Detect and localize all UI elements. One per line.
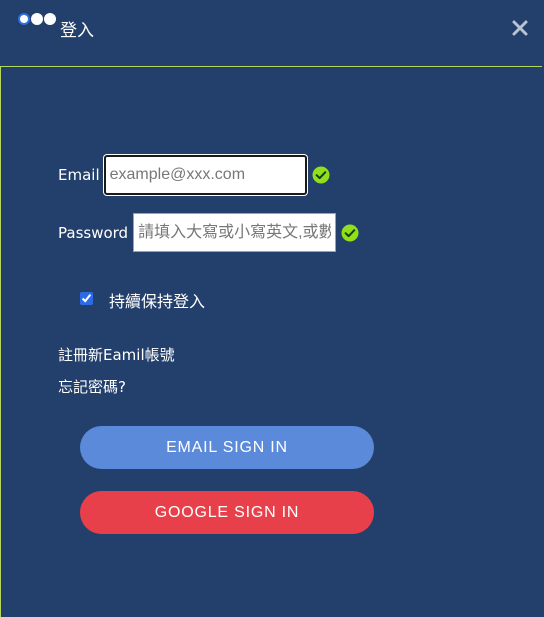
check-circle-icon — [312, 166, 330, 184]
check-circle-icon — [341, 224, 359, 242]
remember-me-checkbox[interactable] — [80, 292, 93, 305]
dot-icon[interactable] — [44, 13, 56, 25]
login-dialog: 登入 Email Password — [0, 0, 544, 617]
login-form: Email Password 持續保持登入 註冊新E — [0, 66, 542, 617]
password-field[interactable] — [133, 213, 337, 252]
forgot-password-link[interactable]: 忘記密碼? — [58, 376, 126, 397]
google-sign-in-button[interactable]: GOOGLE SIGN IN — [80, 491, 374, 534]
window-dots — [18, 13, 56, 25]
email-row: Email — [58, 155, 330, 195]
email-sign-in-button[interactable]: EMAIL SIGN IN — [80, 426, 374, 469]
dot-icon-active[interactable] — [18, 13, 30, 25]
dialog-title: 登入 — [60, 21, 94, 41]
close-icon[interactable] — [510, 18, 530, 38]
remember-me-label: 持續保持登入 — [109, 292, 206, 311]
register-link[interactable]: 註冊新Eamil帳號 — [58, 344, 175, 365]
password-row: Password — [58, 213, 359, 252]
email-field[interactable] — [103, 155, 307, 195]
password-label: Password — [58, 223, 129, 242]
dot-icon[interactable] — [31, 13, 43, 25]
email-label: Email — [58, 166, 100, 184]
title-bar: 登入 — [0, 0, 544, 66]
